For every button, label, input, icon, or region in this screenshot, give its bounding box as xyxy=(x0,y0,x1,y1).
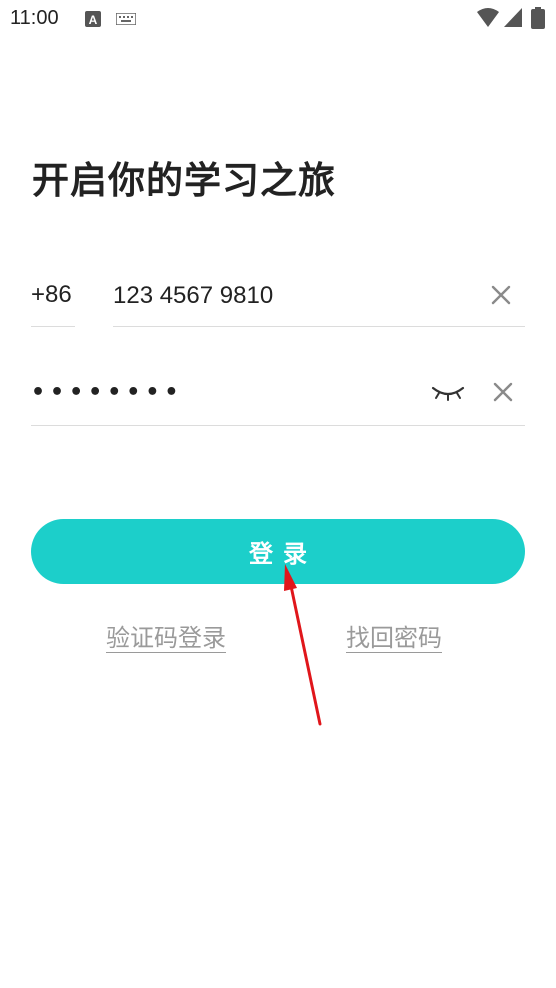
text-a-icon: A xyxy=(85,11,101,27)
signal-icon xyxy=(504,8,522,27)
eye-closed-icon[interactable] xyxy=(430,378,466,404)
wifi-icon xyxy=(477,8,499,27)
svg-text:A: A xyxy=(89,13,98,27)
close-icon[interactable] xyxy=(492,381,514,403)
keyboard-icon xyxy=(116,13,136,25)
page-title: 开启你的学习之旅 xyxy=(32,159,336,202)
battery-icon xyxy=(531,7,545,29)
annotation-arrow xyxy=(284,564,322,726)
password-underline xyxy=(31,425,525,426)
password-input[interactable] xyxy=(31,376,411,408)
status-bar: 11:00 A xyxy=(0,0,556,38)
phone-underline xyxy=(113,326,525,327)
country-code-selector[interactable]: +86 xyxy=(31,281,72,309)
country-code-underline xyxy=(31,326,75,327)
close-icon[interactable] xyxy=(490,284,512,306)
status-time: 11:00 xyxy=(10,7,59,29)
phone-input[interactable] xyxy=(113,278,473,314)
sms-login-link[interactable]: 验证码登录 xyxy=(106,618,226,653)
login-button[interactable]: 登录 xyxy=(31,519,525,584)
forgot-password-link[interactable]: 找回密码 xyxy=(346,618,442,653)
